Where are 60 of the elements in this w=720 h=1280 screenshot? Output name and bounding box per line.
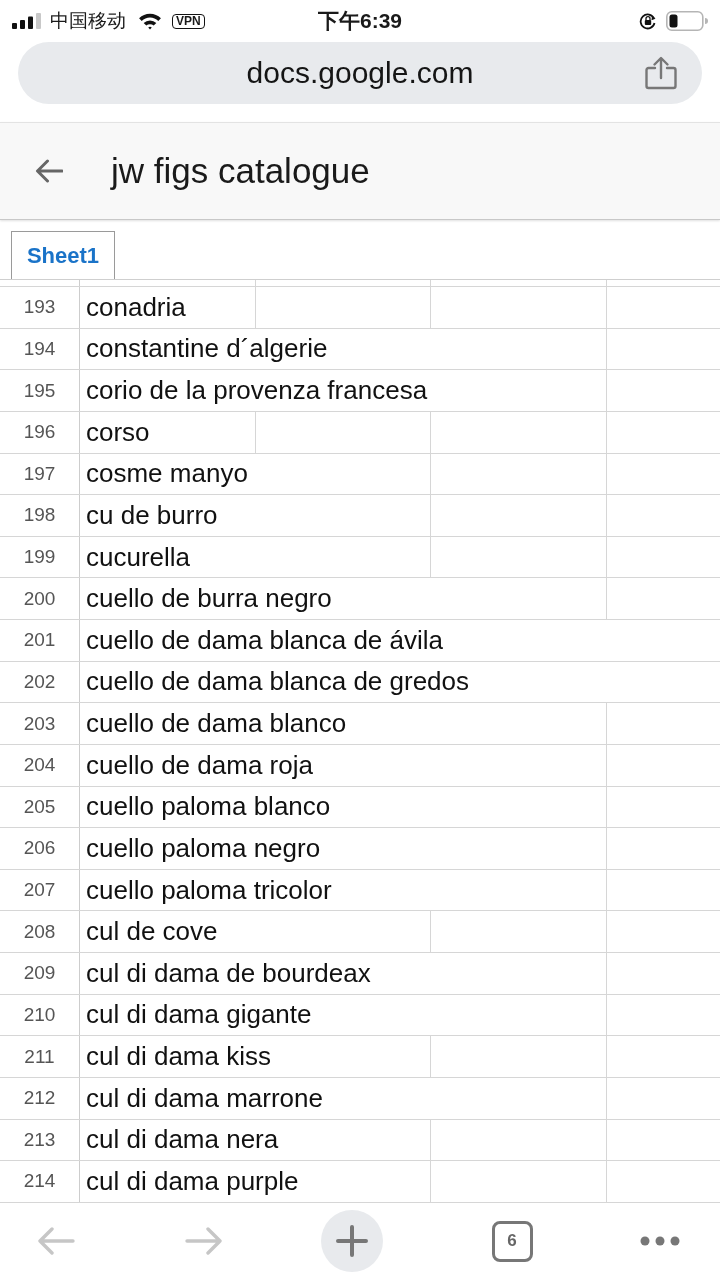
vpn-badge: VPN bbox=[172, 13, 205, 29]
table-cell: constantine d´algerie bbox=[80, 328, 607, 370]
tab-count-button[interactable]: 6 bbox=[491, 1220, 533, 1262]
row-number: 211 bbox=[0, 1036, 80, 1077]
row-number: 193 bbox=[0, 287, 80, 328]
row-number: 205 bbox=[0, 786, 80, 828]
table-cell: cul di dama gigante bbox=[80, 994, 607, 1036]
row-number: 199 bbox=[0, 536, 80, 578]
row-number: 198 bbox=[0, 495, 80, 536]
signal-icon bbox=[12, 13, 42, 29]
address-bar[interactable]: docs.google.com bbox=[18, 42, 702, 104]
share-icon[interactable] bbox=[645, 56, 677, 90]
row-number: 208 bbox=[0, 911, 80, 952]
row-number: 194 bbox=[0, 328, 80, 370]
table-cell: corio de la provenza francesa bbox=[80, 370, 607, 411]
row-number: 213 bbox=[0, 1119, 80, 1161]
table-cell: cosme manyo bbox=[80, 453, 431, 495]
row-number: 212 bbox=[0, 1077, 80, 1119]
wifi-icon bbox=[138, 12, 162, 30]
table-cell-text: cuello de dama blanca de gredos bbox=[85, 665, 471, 699]
table-cell: cuello de dama blanco bbox=[80, 703, 607, 744]
battery-icon bbox=[666, 11, 708, 31]
row-number: 202 bbox=[0, 661, 80, 703]
row-number: 204 bbox=[0, 744, 80, 786]
row-number: 201 bbox=[0, 620, 80, 661]
row-number: 206 bbox=[0, 828, 80, 869]
row-number: 214 bbox=[0, 1161, 80, 1202]
row-number: 203 bbox=[0, 703, 80, 744]
table-cell: cul di dama kiss bbox=[80, 1036, 431, 1077]
more-icon[interactable] bbox=[640, 1236, 680, 1247]
table-cell: cuello de burra negro bbox=[80, 578, 607, 619]
row-number: 195 bbox=[0, 370, 80, 411]
table-cell: corso bbox=[80, 411, 256, 453]
row-number: 209 bbox=[0, 953, 80, 994]
table-cell: cu de burro bbox=[80, 495, 431, 536]
url-text: docs.google.com bbox=[246, 56, 474, 90]
sheet-tab[interactable]: Sheet1 bbox=[11, 231, 115, 279]
table-cell: conadria bbox=[80, 287, 256, 328]
table-cell: cul di dama purple bbox=[80, 1161, 431, 1202]
table-cell: cul di dama de bourdeax bbox=[80, 953, 607, 994]
row-number: 210 bbox=[0, 994, 80, 1036]
table-cell: cuello paloma blanco bbox=[80, 786, 607, 828]
carrier-name: 中国移动 bbox=[50, 8, 126, 33]
row-number: 200 bbox=[0, 578, 80, 619]
row-number: 196 bbox=[0, 411, 80, 453]
table-cell: cuello de dama roja bbox=[80, 744, 607, 786]
table-cell: cul di dama nera bbox=[80, 1119, 431, 1161]
document-title: jw figs catalogue bbox=[111, 151, 370, 191]
row-number: 197 bbox=[0, 453, 80, 495]
back-arrow-icon[interactable] bbox=[35, 159, 63, 183]
table-cell: cucurella bbox=[80, 536, 431, 578]
plus-icon bbox=[336, 1225, 368, 1258]
rotation-lock-icon bbox=[639, 12, 657, 30]
table-cell: cuello paloma tricolor bbox=[80, 869, 607, 911]
row-number: 207 bbox=[0, 869, 80, 911]
table-cell: cul di dama marrone bbox=[80, 1077, 607, 1119]
table-cell: cuello paloma negro bbox=[80, 828, 607, 869]
status-time: 下午6:39 bbox=[318, 8, 402, 34]
table-cell-text: cuello de dama blanca de ávila bbox=[85, 623, 445, 657]
table-cell: cul de cove bbox=[80, 911, 431, 952]
